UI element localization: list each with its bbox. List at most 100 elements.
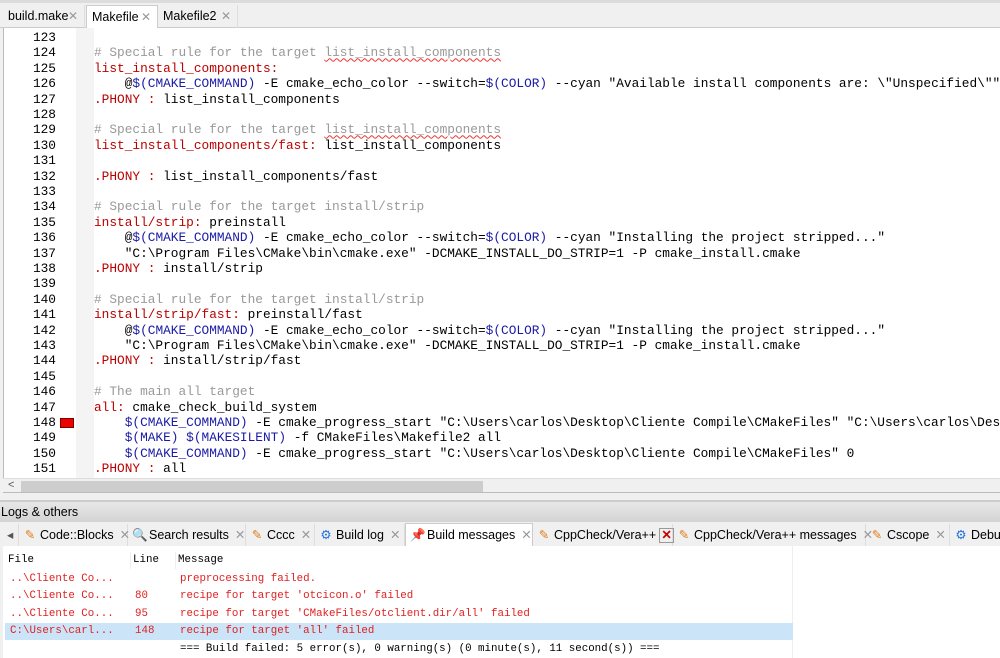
logs-tab-cppcheck-vera-messages[interactable]: ✎ CppCheck/Vera++ messages ✕ — [673, 524, 873, 546]
line-number[interactable]: 123 — [4, 30, 56, 45]
table-row[interactable]: ..\Cliente Co... 95 recipe for target 'CMa… — [5, 606, 793, 623]
logs-tab-cppcheck-vera-[interactable]: ✎ CppCheck/Vera++ ✕ — [533, 524, 675, 546]
code-text: install/strip: preinstall — [94, 215, 286, 230]
code-line: 128 — [4, 107, 1000, 122]
code-token: $(COLOR) — [485, 230, 548, 246]
line-number[interactable]: 125 — [4, 61, 56, 76]
tab-label: Cscope — [887, 528, 930, 542]
column-header-line[interactable]: Line — [133, 552, 176, 569]
code-token: preinstall/fast — [239, 307, 363, 323]
close-icon[interactable]: ✕ — [659, 528, 675, 544]
code-text: # Special rule for the target install/st… — [94, 292, 424, 307]
line-number[interactable]: 134 — [4, 199, 56, 214]
line-number[interactable]: 143 — [4, 338, 56, 353]
line-number[interactable]: 147 — [4, 400, 56, 415]
code-token: -E cmake_echo_color --switch= — [255, 322, 486, 338]
logs-tab-cscope[interactable]: ✎ Cscope ✕ — [866, 524, 950, 546]
logs-tab-debugger[interactable]: ⚙ Debugger — [950, 524, 1000, 546]
code-text: .PHONY : install/strip/fast — [94, 353, 301, 368]
line-number[interactable]: 127 — [4, 92, 56, 107]
close-icon[interactable]: ✕ — [221, 5, 231, 27]
editor-tab-makefile[interactable]: Makefile ✕ — [86, 5, 158, 30]
cell-line: 95 — [135, 607, 148, 620]
line-number[interactable]: 126 — [4, 76, 56, 91]
code-line: 130 list_install_components/fast: list_in… — [4, 138, 1000, 153]
line-number[interactable]: 138 — [4, 261, 56, 276]
tabs-scroll-left-icon[interactable]: ◂ — [3, 524, 19, 546]
line-number[interactable]: 146 — [4, 384, 56, 399]
notepad-icon: ✎ — [251, 528, 263, 542]
line-number[interactable]: 150 — [4, 446, 56, 461]
code-token: -E cmake_progress_start "C:\Users\carlos… — [247, 445, 855, 461]
code-token: -E cmake_echo_color --switch= — [255, 230, 486, 246]
line-number[interactable]: 144 — [4, 353, 56, 368]
logs-tab-cccc[interactable]: ✎ Cccc ✕ — [246, 524, 315, 546]
line-number[interactable]: 140 — [4, 292, 56, 307]
error-marker-icon[interactable] — [60, 418, 74, 428]
logs-tab-search-results[interactable]: 🔍Search results ✕ — [128, 524, 246, 546]
table-row[interactable]: C:\Users\carl... 148 recipe for target 'al… — [5, 623, 793, 641]
line-number[interactable]: 129 — [4, 122, 56, 137]
code-line: 124 # Special rule for the target list_in… — [4, 45, 1000, 60]
close-icon[interactable]: ✕ — [301, 528, 311, 542]
horizontal-scrollbar[interactable]: < — [3, 478, 1000, 493]
column-header-message[interactable]: Message — [178, 552, 788, 569]
code-token: # Special rule for the target — [94, 45, 325, 61]
code-text: all: cmake_check_build_system — [94, 400, 317, 415]
line-number[interactable]: 139 — [4, 276, 56, 291]
line-number[interactable]: 137 — [4, 246, 56, 261]
tab-label: Build log — [336, 528, 384, 542]
line-number[interactable]: 145 — [4, 369, 56, 384]
line-number[interactable]: 135 — [4, 215, 56, 230]
scrollbar-thumb[interactable] — [21, 481, 483, 492]
line-number[interactable]: 148 — [4, 415, 56, 430]
cell-message: === Build failed: 5 error(s), 0 warning(… — [180, 642, 660, 655]
table-row[interactable]: === Build failed: 5 error(s), 0 warning(… — [5, 641, 793, 658]
cell-file: ..\Cliente Co... — [10, 607, 114, 620]
code-token: $(COLOR) — [485, 76, 548, 92]
logs-tab-build-log[interactable]: ⚙ Build log ✕ — [315, 524, 405, 546]
line-number[interactable]: 132 — [4, 169, 56, 184]
code-line: 127 .PHONY : list_install_components — [4, 92, 1000, 107]
logs-tab-bar: ◂ ✎ Code::Blocks ✕ 🔍Search results ✕ ✎ Cccc ✕ ⚙ B… — [0, 522, 1000, 547]
line-number[interactable]: 131 — [4, 153, 56, 168]
tab-label: Cccc — [267, 528, 295, 542]
line-number[interactable]: 130 — [4, 138, 56, 153]
line-number[interactable]: 151 — [4, 461, 56, 476]
editor-tab-makefile2[interactable]: Makefile2 ✕ — [158, 5, 238, 29]
code-text: $(CMAKE_COMMAND) -E cmake_progress_start… — [94, 445, 855, 461]
cell-line: 148 — [135, 625, 155, 638]
line-number[interactable]: 133 — [4, 184, 56, 199]
logs-tab-build-messages[interactable]: 📌Build messages ✕ — [405, 523, 533, 547]
table-row[interactable]: ..\Cliente Co... 80 recipe for target 'otc… — [5, 588, 793, 605]
code-editor[interactable]: 123 124 # Special rule for the target list… — [3, 28, 1000, 478]
close-icon[interactable]: ✕ — [521, 528, 531, 542]
line-number[interactable]: 149 — [4, 430, 56, 445]
cell-message: preprocessing failed. — [180, 573, 317, 585]
line-number[interactable]: 141 — [4, 307, 56, 322]
table-row[interactable]: ..\Cliente Co... preprocessing failed. — [5, 571, 793, 588]
code-line: 125 list_install_components: — [4, 61, 1000, 76]
line-number[interactable]: 124 — [4, 45, 56, 60]
tab-label: Debugger — [971, 528, 1000, 542]
close-icon[interactable]: ✕ — [141, 6, 151, 28]
code-token: -E cmake_echo_color --switch= — [255, 76, 486, 92]
close-icon[interactable]: ✕ — [390, 528, 400, 542]
close-icon[interactable]: ✕ — [235, 528, 245, 542]
code-token: $(CMAKE_COMMAND) — [124, 415, 248, 430]
code-line: 140 # Special rule for the target install… — [4, 292, 1000, 307]
line-number[interactable]: 128 — [4, 107, 56, 122]
close-icon[interactable]: ✕ — [68, 5, 78, 27]
code-line: 149 $(MAKE) $(MAKESILENT) -f CMakeFiles\… — [4, 430, 1000, 445]
close-icon[interactable]: ✕ — [935, 528, 945, 542]
code-line: 146 # The main all target — [4, 384, 1000, 399]
code-text: list_install_components: — [94, 61, 278, 76]
cell-file: ..\Cliente Co... — [10, 590, 114, 603]
line-number[interactable]: 142 — [4, 323, 56, 338]
column-header-file[interactable]: File — [8, 552, 131, 569]
line-number[interactable]: 136 — [4, 230, 56, 245]
logs-tab-code-blocks[interactable]: ✎ Code::Blocks ✕ — [19, 524, 130, 546]
scroll-left-icon[interactable]: < — [8, 479, 14, 491]
editor-tab-build-make[interactable]: build.make ✕ — [3, 5, 85, 29]
